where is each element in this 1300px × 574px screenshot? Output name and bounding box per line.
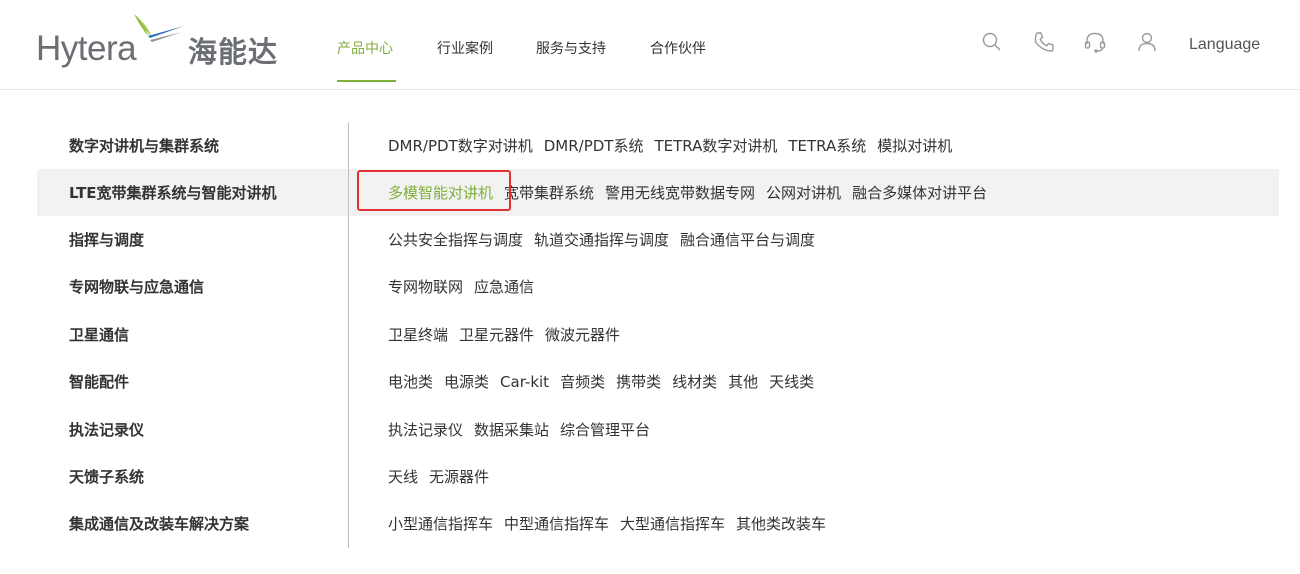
menu-item[interactable]: 无源器件 xyxy=(429,466,489,487)
menu-items: 执法记录仪 数据采集站 综合管理平台 xyxy=(388,419,661,440)
menu-item[interactable]: 公共安全指挥与调度 xyxy=(388,229,523,250)
menu-item[interactable]: 卫星终端 xyxy=(388,324,448,345)
menu-item[interactable]: DMR/PDT系统 xyxy=(544,135,644,156)
menu-item[interactable]: 模拟对讲机 xyxy=(877,135,952,156)
menu-item[interactable]: 其他 xyxy=(728,371,758,392)
menu-category[interactable]: LTE宽带集群系统与智能对讲机 xyxy=(69,182,277,203)
menu-item[interactable]: 大型通信指挥车 xyxy=(620,513,725,534)
menu-row: 专网物联与应急通信 专网物联网 应急通信 xyxy=(0,263,1300,310)
menu-item[interactable]: 卫星元器件 xyxy=(459,324,534,345)
menu-item[interactable]: 专网物联网 xyxy=(388,276,463,297)
site-header: Hytera 海能达 产品中心 行业案例 服务与支持 合作伙伴 Language xyxy=(0,0,1300,90)
menu-category[interactable]: 执法记录仪 xyxy=(69,419,144,440)
nav-cases[interactable]: 行业案例 xyxy=(437,38,493,58)
menu-row: 指挥与调度 公共安全指挥与调度 轨道交通指挥与调度 融合通信平台与调度 xyxy=(0,216,1300,263)
menu-item[interactable]: 其他类改装车 xyxy=(736,513,826,534)
menu-item[interactable]: 公网对讲机 xyxy=(766,182,841,203)
menu-item[interactable]: TETRA数字对讲机 xyxy=(654,135,777,156)
menu-category[interactable]: 专网物联与应急通信 xyxy=(69,276,204,297)
menu-item[interactable]: TETRA系统 xyxy=(788,135,866,156)
menu-item[interactable]: 天线 xyxy=(388,466,418,487)
logo-text-en: Hytera xyxy=(36,29,137,68)
menu-items: 专网物联网 应急通信 xyxy=(388,276,545,297)
menu-item[interactable]: 数据采集站 xyxy=(474,419,549,440)
hytera-logo[interactable]: Hytera 海能达 xyxy=(36,12,286,72)
menu-category[interactable]: 数字对讲机与集群系统 xyxy=(69,135,219,156)
menu-category[interactable]: 指挥与调度 xyxy=(69,229,144,250)
menu-item[interactable]: 宽带集群系统 xyxy=(504,182,594,203)
menu-items: 公共安全指挥与调度 轨道交通指挥与调度 融合通信平台与调度 xyxy=(388,229,826,250)
menu-category[interactable]: 集成通信及改装车解决方案 xyxy=(69,513,249,534)
menu-item[interactable]: 电池类 xyxy=(388,371,433,392)
menu-item[interactable]: DMR/PDT数字对讲机 xyxy=(388,135,533,156)
menu-row: 数字对讲机与集群系统 DMR/PDT数字对讲机 DMR/PDT系统 TETRA数字对… xyxy=(0,122,1300,169)
menu-item[interactable]: 音频类 xyxy=(560,371,605,392)
menu-category[interactable]: 天馈子系统 xyxy=(69,466,144,487)
menu-category[interactable]: 智能配件 xyxy=(69,371,129,392)
phone-icon[interactable] xyxy=(1032,30,1056,54)
menu-item[interactable]: 中型通信指挥车 xyxy=(504,513,609,534)
selection-highlight-box xyxy=(357,170,511,211)
user-icon[interactable] xyxy=(1135,30,1159,54)
menu-item[interactable]: 融合多媒体对讲平台 xyxy=(852,182,987,203)
menu-item[interactable]: 线材类 xyxy=(672,371,717,392)
menu-item[interactable]: 综合管理平台 xyxy=(560,419,650,440)
menu-items: 天线 无源器件 xyxy=(388,466,500,487)
menu-item[interactable]: 微波元器件 xyxy=(545,324,620,345)
menu-item[interactable]: 轨道交通指挥与调度 xyxy=(534,229,669,250)
menu-item[interactable]: 警用无线宽带数据专网 xyxy=(605,182,755,203)
menu-row: 天馈子系统 天线 无源器件 xyxy=(0,453,1300,500)
nav-partners[interactable]: 合作伙伴 xyxy=(650,38,706,58)
menu-row: 智能配件 电池类 电源类 Car-kit 音频类 携带类 线材类 其他 天线类 xyxy=(0,358,1300,405)
menu-item[interactable]: 携带类 xyxy=(616,371,661,392)
menu-items: 小型通信指挥车 中型通信指挥车 大型通信指挥车 其他类改装车 xyxy=(388,513,837,534)
menu-item[interactable]: Car-kit xyxy=(500,373,549,391)
menu-item[interactable]: 执法记录仪 xyxy=(388,419,463,440)
menu-items: 卫星终端 卫星元器件 微波元器件 xyxy=(388,324,631,345)
nav-support[interactable]: 服务与支持 xyxy=(536,38,606,58)
nav-products[interactable]: 产品中心 xyxy=(337,38,393,58)
menu-item[interactable]: 小型通信指挥车 xyxy=(388,513,493,534)
menu-item[interactable]: 融合通信平台与调度 xyxy=(680,229,815,250)
search-icon[interactable] xyxy=(980,30,1004,54)
nav-active-underline xyxy=(337,80,396,82)
language-switch[interactable]: Language xyxy=(1189,36,1260,54)
headset-icon[interactable] xyxy=(1083,30,1107,54)
menu-item[interactable]: 电源类 xyxy=(444,371,489,392)
menu-items: DMR/PDT数字对讲机 DMR/PDT系统 TETRA数字对讲机 TETRA系统 模拟… xyxy=(388,135,963,156)
menu-category[interactable]: 卫星通信 xyxy=(69,324,129,345)
logo-wing-icon xyxy=(134,14,184,42)
menu-row: 执法记录仪 执法记录仪 数据采集站 综合管理平台 xyxy=(0,406,1300,453)
menu-item[interactable]: 天线类 xyxy=(769,371,814,392)
logo-text-cn: 海能达 xyxy=(188,35,279,69)
menu-items: 电池类 电源类 Car-kit 音频类 携带类 线材类 其他 天线类 xyxy=(388,371,825,392)
menu-row: 卫星通信 卫星终端 卫星元器件 微波元器件 xyxy=(0,311,1300,358)
menu-item[interactable]: 应急通信 xyxy=(474,276,534,297)
menu-row: 集成通信及改装车解决方案 小型通信指挥车 中型通信指挥车 大型通信指挥车 其他类改装车 xyxy=(0,500,1300,547)
menu-row: LTE宽带集群系统与智能对讲机 多模智能对讲机 宽带集群系统 警用无线宽带数据专网公… xyxy=(0,169,1300,216)
